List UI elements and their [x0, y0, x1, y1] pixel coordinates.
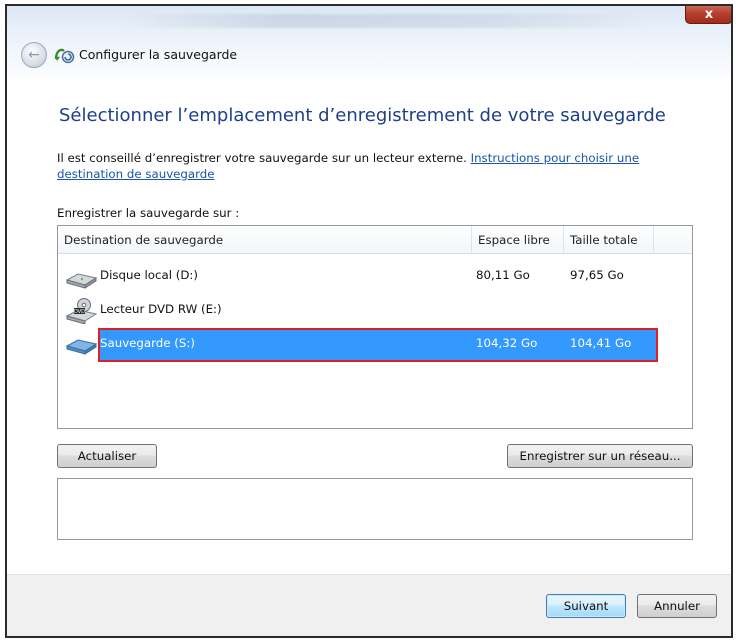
save-on-label: Enregistrer la sauvegarde sur : — [57, 206, 240, 220]
row-total-size: 97,65 Go — [570, 268, 624, 282]
destination-list[interactable]: Destination de sauvegarde Espace libre T… — [57, 225, 693, 429]
blurred-background — [127, 14, 647, 28]
svg-text:DVD: DVD — [74, 309, 85, 315]
window-title: Configurer la sauvegarde — [79, 47, 238, 62]
row-name: Disque local (D:) — [100, 268, 198, 282]
back-arrow-icon[interactable]: ← — [21, 42, 47, 68]
dialog-window: x ← Configurer la sauvegarde Sélectionne… — [5, 4, 733, 638]
removable-drive-icon — [65, 339, 98, 355]
list-header: Destination de sauvegarde Espace libre T… — [58, 226, 692, 254]
next-button[interactable]: Suivant — [546, 594, 626, 618]
column-header-destination[interactable]: Destination de sauvegarde — [58, 226, 472, 254]
row-free-space: 80,11 Go — [476, 268, 530, 282]
list-row-sauvegarde[interactable]: Sauvegarde (S:) 104,32 Go 104,41 Go — [58, 328, 658, 362]
close-button[interactable]: x — [685, 6, 731, 24]
column-header-total-size[interactable]: Taille totale — [564, 226, 654, 254]
dvd-drive-icon: DVD — [65, 298, 98, 324]
list-row-disque-local[interactable]: Disque local (D:) 80,11 Go 97,65 Go — [58, 260, 658, 292]
intro-paragraph: Il est conseillé d’enregistrer votre sau… — [57, 150, 677, 182]
cancel-button[interactable]: Annuler — [637, 594, 717, 618]
column-header-free-space[interactable]: Espace libre — [472, 226, 564, 254]
save-on-network-button[interactable]: Enregistrer sur un réseau... — [507, 444, 693, 468]
hard-drive-icon — [65, 273, 98, 289]
row-total-size: 104,41 Go — [570, 336, 632, 350]
page-heading: Sélectionner l’emplacement d’enregistrem… — [59, 105, 666, 126]
details-panel — [57, 478, 693, 540]
refresh-button[interactable]: Actualiser — [57, 444, 157, 468]
dialog-footer: Suivant Annuler — [7, 574, 731, 636]
row-name: Sauvegarde (S:) — [100, 336, 195, 350]
content-area: Sélectionner l’emplacement d’enregistrem… — [7, 78, 731, 636]
backup-icon — [54, 48, 75, 64]
list-row-lecteur-dvd[interactable]: DVD Lecteur DVD RW (E:) — [58, 294, 658, 326]
row-name: Lecteur DVD RW (E:) — [100, 302, 222, 316]
row-free-space: 104,32 Go — [476, 336, 538, 350]
title-bar: x ← Configurer la sauvegarde — [7, 6, 731, 78]
intro-text: Il est conseillé d’enregistrer votre sau… — [57, 151, 471, 165]
